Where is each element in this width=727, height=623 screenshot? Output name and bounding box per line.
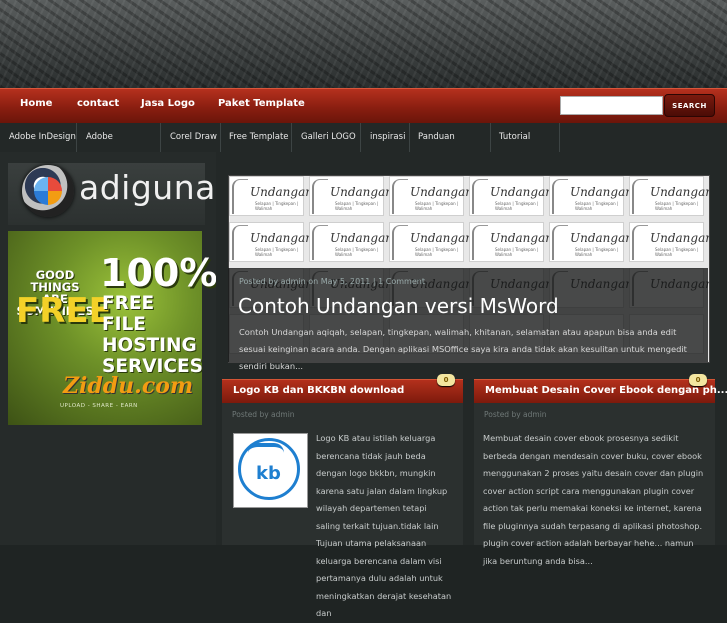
header-banner xyxy=(0,0,727,88)
invitation-card: Undangan Selapan | Tingkepan | Walimah xyxy=(549,176,633,216)
post-byline: Posted by admin xyxy=(484,410,547,419)
card-title: Undangan xyxy=(410,231,473,245)
category-inspirasi[interactable]: inspirasi xyxy=(361,123,410,152)
invitation-card: Undangan Selapan | Tingkepan | Walimah xyxy=(469,222,553,262)
nav-jasa-logo[interactable]: Jasa Logo xyxy=(141,98,195,109)
nav-home[interactable]: Home xyxy=(20,98,52,109)
card-subtitle: Selapan | Tingkepan | Walimah xyxy=(335,247,379,257)
card-subtitle: Selapan | Tingkepan | Walimah xyxy=(495,247,539,257)
card-subtitle: Selapan | Tingkepan | Walimah xyxy=(255,201,299,211)
ornament-icon xyxy=(312,225,328,260)
ornament-icon xyxy=(232,225,248,260)
ornament-icon xyxy=(392,179,408,214)
card-title: Undangan xyxy=(650,231,710,245)
search-button[interactable]: SEARCH xyxy=(664,94,715,117)
invitation-card: Undangan Selapan | Tingkepan | Walimah xyxy=(389,176,473,216)
category-free-template[interactable]: Free Template xyxy=(221,123,292,152)
card-subtitle: Selapan | Tingkepan | Walimah xyxy=(575,201,619,211)
card-title: Undangan xyxy=(250,185,313,199)
card-subtitle: Selapan | Tingkepan | Walimah xyxy=(495,201,539,211)
card-subtitle: Selapan | Tingkepan | Walimah xyxy=(415,201,459,211)
site-logo-text[interactable]: adiguna xyxy=(79,168,216,207)
featured-post-meta: Posted by admin on May 5, 2011 | 1 Comme… xyxy=(239,277,425,286)
category-bar: Adobe InDesign Adobe Photoshop Corel Dra… xyxy=(0,123,727,170)
comment-count-badge[interactable]: 0 xyxy=(437,374,455,386)
invitation-card: Undangan Selapan | Tingkepan | Walimah xyxy=(469,176,553,216)
ornament-icon xyxy=(232,179,248,214)
invitation-card: Undangan Selapan | Tingkepan | Walimah xyxy=(389,222,473,262)
post-excerpt: Logo KB atau istilah keluarga berencana … xyxy=(316,433,452,618)
logo-emblem-icon xyxy=(34,177,62,205)
ornament-icon xyxy=(632,225,648,260)
ad-free-text: FREE xyxy=(16,291,112,331)
card-title: Undangan xyxy=(490,185,553,199)
nav-contact[interactable]: contact xyxy=(77,98,119,109)
invitation-card: Undangan Selapan | Tingkepan | Walimah xyxy=(229,176,313,216)
category-panduan-blogger[interactable]: Panduan Blogger xyxy=(410,123,491,170)
post-title[interactable]: Logo KB dan BKKBN download xyxy=(233,385,404,396)
ad-percentage: 100% xyxy=(100,251,218,295)
featured-post-excerpt: Contoh Undangan aqiqah, selapan, tingkep… xyxy=(239,327,687,371)
invitation-card: Undangan Selapan | Tingkepan | Walimah xyxy=(549,222,633,262)
kb-people-icon xyxy=(248,443,284,461)
card-title: Undangan xyxy=(570,231,633,245)
ad-brand-logo: Ziddu.com xyxy=(63,373,194,399)
ornament-icon xyxy=(632,179,648,214)
category-adobe-photoshop[interactable]: Adobe Photoshop xyxy=(77,123,161,170)
featured-post-title[interactable]: Contoh Undangan versi MsWord xyxy=(238,294,559,318)
invitation-card: Undangan Selapan | Tingkepan | Walimah xyxy=(309,176,393,216)
kb-logo-text: kb xyxy=(256,463,281,484)
category-galleri-logo[interactable]: Galleri LOGO xyxy=(292,123,361,152)
post-card: Membuat Desain Cover Ebook dengan ph... … xyxy=(474,374,727,566)
ad-tagline: UPLOAD - SHARE - EARN xyxy=(60,403,138,409)
card-title: Undangan xyxy=(410,185,473,199)
search-input[interactable] xyxy=(560,96,663,115)
card-subtitle: Selapan | Tingkepan | Walimah xyxy=(655,201,699,211)
card-subtitle: Selapan | Tingkepan | Walimah xyxy=(415,247,459,257)
card-title: Undangan xyxy=(490,231,553,245)
ornament-icon xyxy=(552,179,568,214)
comment-count-badge[interactable]: 0 xyxy=(689,374,707,386)
nav-paket-template[interactable]: Paket Template xyxy=(218,98,305,109)
card-title: Undangan xyxy=(570,185,633,199)
card-subtitle: Selapan | Tingkepan | Walimah xyxy=(335,201,379,211)
ornament-icon xyxy=(472,225,488,260)
card-title: Undangan xyxy=(330,231,393,245)
post-byline: Posted by admin xyxy=(232,410,295,419)
invitation-card: Undangan Selapan | Tingkepan | Walimah xyxy=(309,222,393,262)
invitation-card: Undangan Selapan | Tingkepan | Walimah xyxy=(229,222,313,262)
post-header: Logo KB dan BKKBN download 0 xyxy=(222,374,463,403)
ornament-icon xyxy=(472,179,488,214)
ornament-icon xyxy=(392,225,408,260)
category-tutorial-desain[interactable]: Tutorial Desain xyxy=(491,123,560,170)
card-subtitle: Selapan | Tingkepan | Walimah xyxy=(255,247,299,257)
card-subtitle: Selapan | Tingkepan | Walimah xyxy=(575,247,619,257)
category-adobe-indesign[interactable]: Adobe InDesign xyxy=(0,123,77,152)
card-title: Undangan xyxy=(650,185,710,199)
ad-subtitle: FREE FILE HOSTING SERVICES xyxy=(102,293,203,377)
ornament-icon xyxy=(552,225,568,260)
post-header: Membuat Desain Cover Ebook dengan ph... … xyxy=(474,374,727,403)
advertisement-banner[interactable]: GOOD THINGS ARE SOMETIMES FREE 100% FREE… xyxy=(8,231,217,425)
post-excerpt: Membuat desain cover ebook prosesnya sed… xyxy=(483,433,704,566)
card-subtitle: Selapan | Tingkepan | Walimah xyxy=(655,247,699,257)
ornament-icon xyxy=(312,179,328,214)
post-title[interactable]: Membuat Desain Cover Ebook dengan ph... xyxy=(485,385,727,396)
card-title: Undangan xyxy=(330,185,393,199)
invitation-card: Undangan Selapan | Tingkepan | Walimah xyxy=(629,176,709,216)
card-title: Undangan xyxy=(250,231,313,245)
category-corel-draw[interactable]: Corel Draw xyxy=(161,123,221,152)
invitation-card: Undangan Selapan | Tingkepan | Walimah xyxy=(629,222,709,262)
